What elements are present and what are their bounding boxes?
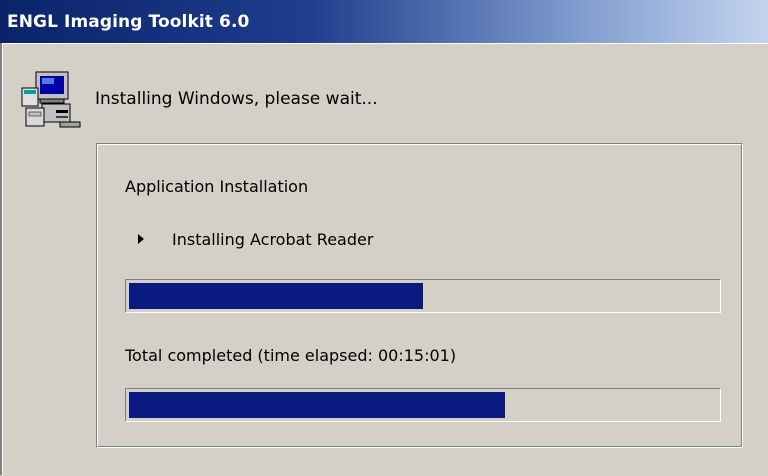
total-progress-bar xyxy=(125,388,721,422)
item-progress-fill xyxy=(129,283,423,309)
item-progress-bar xyxy=(125,279,721,313)
title-bar[interactable]: ENGL Imaging Toolkit 6.0 xyxy=(0,0,768,43)
application-installation-heading: Application Installation xyxy=(125,177,309,196)
total-completed-label: Total completed (time elapsed: 00:15:01) xyxy=(125,346,457,365)
install-status-message: Installing Windows, please wait... xyxy=(95,89,378,109)
play-arrow-icon xyxy=(138,234,144,244)
window-title: ENGL Imaging Toolkit 6.0 xyxy=(7,12,250,32)
current-item-label: Installing Acrobat Reader xyxy=(172,230,374,249)
total-progress-fill xyxy=(129,392,505,418)
window-left-border xyxy=(0,43,3,475)
setup-computer-icon xyxy=(21,71,81,128)
